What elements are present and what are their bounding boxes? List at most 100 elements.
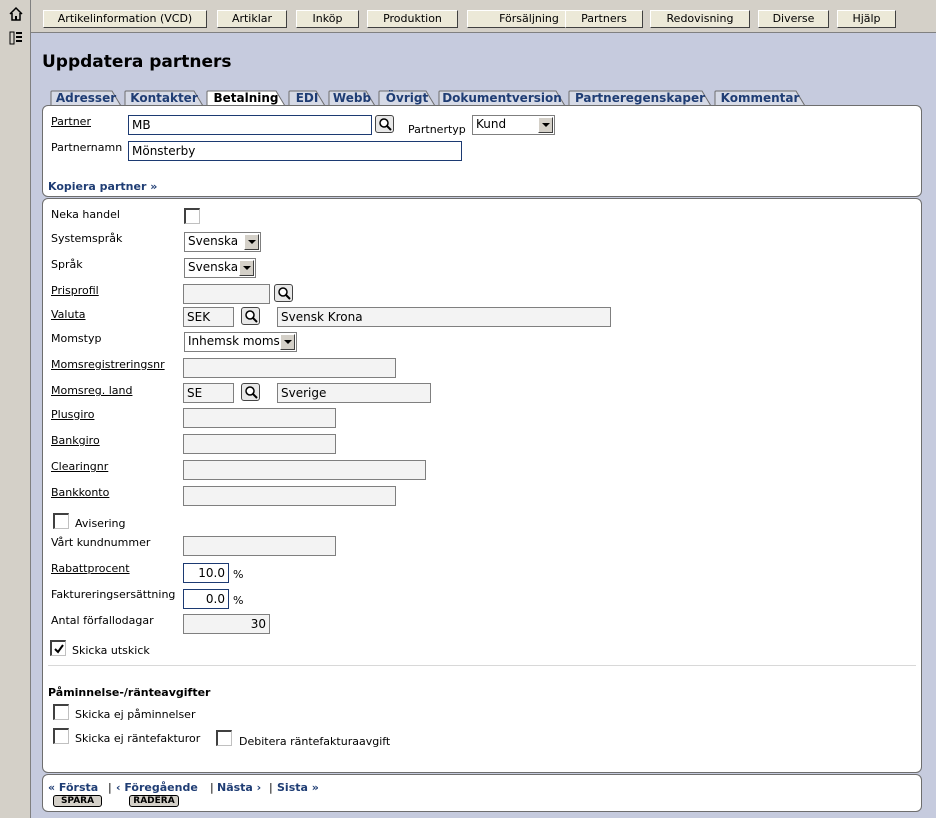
reminders-title: Påminnelse-/ränteavgifter: [48, 686, 211, 699]
systemsprak-value: Svenska: [188, 234, 239, 248]
rabattprocent-label: Rabattprocent: [51, 562, 130, 575]
clearingnr-input[interactable]: [183, 460, 426, 480]
systemsprak-select[interactable]: Svenska: [184, 232, 261, 252]
nav-inkop[interactable]: Inköp: [296, 10, 359, 28]
sprak-select[interactable]: Svenska: [184, 258, 256, 278]
skicka-utskick-label: Skicka utskick: [72, 644, 150, 657]
avisering-checkbox[interactable]: [53, 513, 69, 529]
search-icon: [245, 310, 258, 323]
bankkonto-label: Bankkonto: [51, 486, 110, 499]
home-icon[interactable]: [8, 6, 24, 22]
tab-label: Betalning: [213, 91, 279, 105]
skicka-ej-paminnelser-label: Skicka ej påminnelser: [75, 708, 196, 721]
bankgiro-input[interactable]: [183, 434, 336, 454]
next-link[interactable]: Nästa ›: [217, 781, 261, 794]
plusgiro-input[interactable]: [183, 408, 336, 428]
partner-lookup-button[interactable]: [375, 115, 394, 133]
search-icon: [245, 386, 258, 399]
momsreg-land-code-input[interactable]: SE: [183, 383, 234, 403]
nav-artiklar[interactable]: Artiklar: [217, 10, 287, 28]
tab-edi[interactable]: EDI: [288, 90, 326, 106]
previous-link[interactable]: ‹ Föregående: [116, 781, 198, 794]
tab-betalning[interactable]: Betalning: [206, 90, 286, 106]
momsreg-land-lookup-button[interactable]: [241, 383, 260, 401]
skicka-ej-rantefakturor-checkbox[interactable]: [53, 728, 69, 744]
nav-produktion[interactable]: Produktion: [367, 10, 458, 28]
neka-handel-label: Neka handel: [51, 208, 120, 221]
skicka-ej-rantefakturor-label: Skicka ej räntefakturor: [75, 732, 201, 745]
partner-label: Partner: [51, 115, 91, 128]
page-title: Uppdatera partners: [42, 52, 232, 72]
nav-redovisning[interactable]: Redovisning: [650, 10, 750, 28]
delete-button[interactable]: RADERA: [129, 795, 179, 807]
skicka-utskick-checkbox[interactable]: [50, 640, 66, 656]
partnernamn-input[interactable]: Mönsterby: [128, 141, 462, 161]
skicka-ej-paminnelser-checkbox[interactable]: [53, 704, 69, 720]
momsregnr-input[interactable]: [183, 358, 396, 378]
vart-kundnummer-input[interactable]: [183, 536, 336, 556]
tab-label: Kontakter: [130, 91, 198, 105]
tab-label: Adresser: [55, 91, 117, 105]
valuta-label: Valuta: [51, 308, 86, 321]
tab-label: Webb: [332, 91, 372, 105]
sprak-value: Svenska: [188, 260, 239, 274]
nav-hjalp[interactable]: Hjälp: [837, 10, 896, 28]
copy-partner-link[interactable]: Kopiera partner »: [48, 180, 157, 193]
partnertyp-label: Partnertyp: [408, 123, 466, 136]
save-button[interactable]: SPARA: [53, 795, 102, 807]
momsreg-land-label: Momsreg. land: [51, 384, 133, 397]
footer-separator: |: [269, 781, 273, 794]
tab-webb[interactable]: Webb: [328, 90, 376, 106]
valuta-code-input[interactable]: SEK: [183, 307, 234, 327]
valuta-lookup-button[interactable]: [241, 307, 260, 325]
clearingnr-label: Clearingnr: [51, 460, 109, 473]
partner-input[interactable]: MB: [128, 115, 372, 135]
tab-kontakter[interactable]: Kontakter: [124, 90, 204, 106]
prisprofil-label: Prisprofil: [51, 284, 99, 297]
rabattprocent-percent: %: [233, 568, 244, 581]
tab-kommentar[interactable]: Kommentar: [714, 90, 806, 106]
left-toolbar: [0, 0, 31, 818]
last-link[interactable]: Sista »: [277, 781, 319, 794]
tab-partneregenskaper[interactable]: Partneregenskaper: [568, 90, 712, 106]
neka-handel-checkbox[interactable]: [184, 208, 200, 224]
tab-dokumentversion[interactable]: Dokumentversion: [438, 90, 566, 106]
tab-ovrigt[interactable]: Övrigt: [378, 90, 436, 106]
faktureringsersattning-percent: %: [233, 594, 244, 607]
footer-separator: |: [108, 781, 112, 794]
tab-label: Kommentar: [720, 91, 800, 105]
momstyp-label: Momstyp: [51, 332, 102, 345]
top-navigation: Artikelinformation (VCD) Artiklar Inköp …: [31, 0, 936, 33]
chevron-down-icon: [239, 260, 254, 276]
bankkonto-input[interactable]: [183, 486, 396, 506]
prisprofil-lookup-button[interactable]: [274, 284, 293, 302]
tab-label: Partneregenskaper: [574, 91, 706, 105]
tab-adresser[interactable]: Adresser: [50, 90, 122, 106]
antal-forfallodagar-input[interactable]: 30: [183, 614, 270, 634]
nav-diverse[interactable]: Diverse: [758, 10, 829, 28]
momsreg-land-name-field: Sverige: [277, 383, 431, 403]
debitera-label: Debitera räntefakturaavgift: [239, 735, 391, 748]
chevron-down-icon: [538, 117, 553, 133]
partnertyp-select[interactable]: Kund: [472, 115, 555, 135]
momsregnr-label: Momsregistreringsnr: [51, 358, 165, 371]
tab-label: Övrigt: [385, 91, 429, 105]
momstyp-value: Inhemsk moms: [188, 334, 280, 348]
first-link[interactable]: « Första: [48, 781, 98, 794]
rabattprocent-input[interactable]: 10.0: [183, 563, 229, 583]
faktureringsersattning-input[interactable]: 0.0: [183, 589, 229, 609]
list-icon[interactable]: [8, 30, 24, 46]
systemsprak-label: Systemspråk: [51, 232, 123, 245]
chevron-down-icon: [244, 234, 259, 250]
antal-forfallodagar-label: Antal förfallodagar: [51, 614, 154, 627]
nav-partners[interactable]: Partners: [565, 10, 643, 28]
tab-label: Dokumentversion: [442, 91, 562, 105]
vart-kundnummer-label: Vårt kundnummer: [51, 536, 151, 549]
footer-separator: |: [210, 781, 214, 794]
partnertyp-value: Kund: [476, 117, 507, 131]
debitera-checkbox[interactable]: [216, 730, 232, 746]
prisprofil-input[interactable]: [183, 284, 270, 304]
faktureringsersattning-label: Faktureringsersättning: [51, 588, 176, 601]
momstyp-select[interactable]: Inhemsk moms: [184, 332, 297, 352]
nav-artikelinformation[interactable]: Artikelinformation (VCD): [43, 10, 207, 28]
